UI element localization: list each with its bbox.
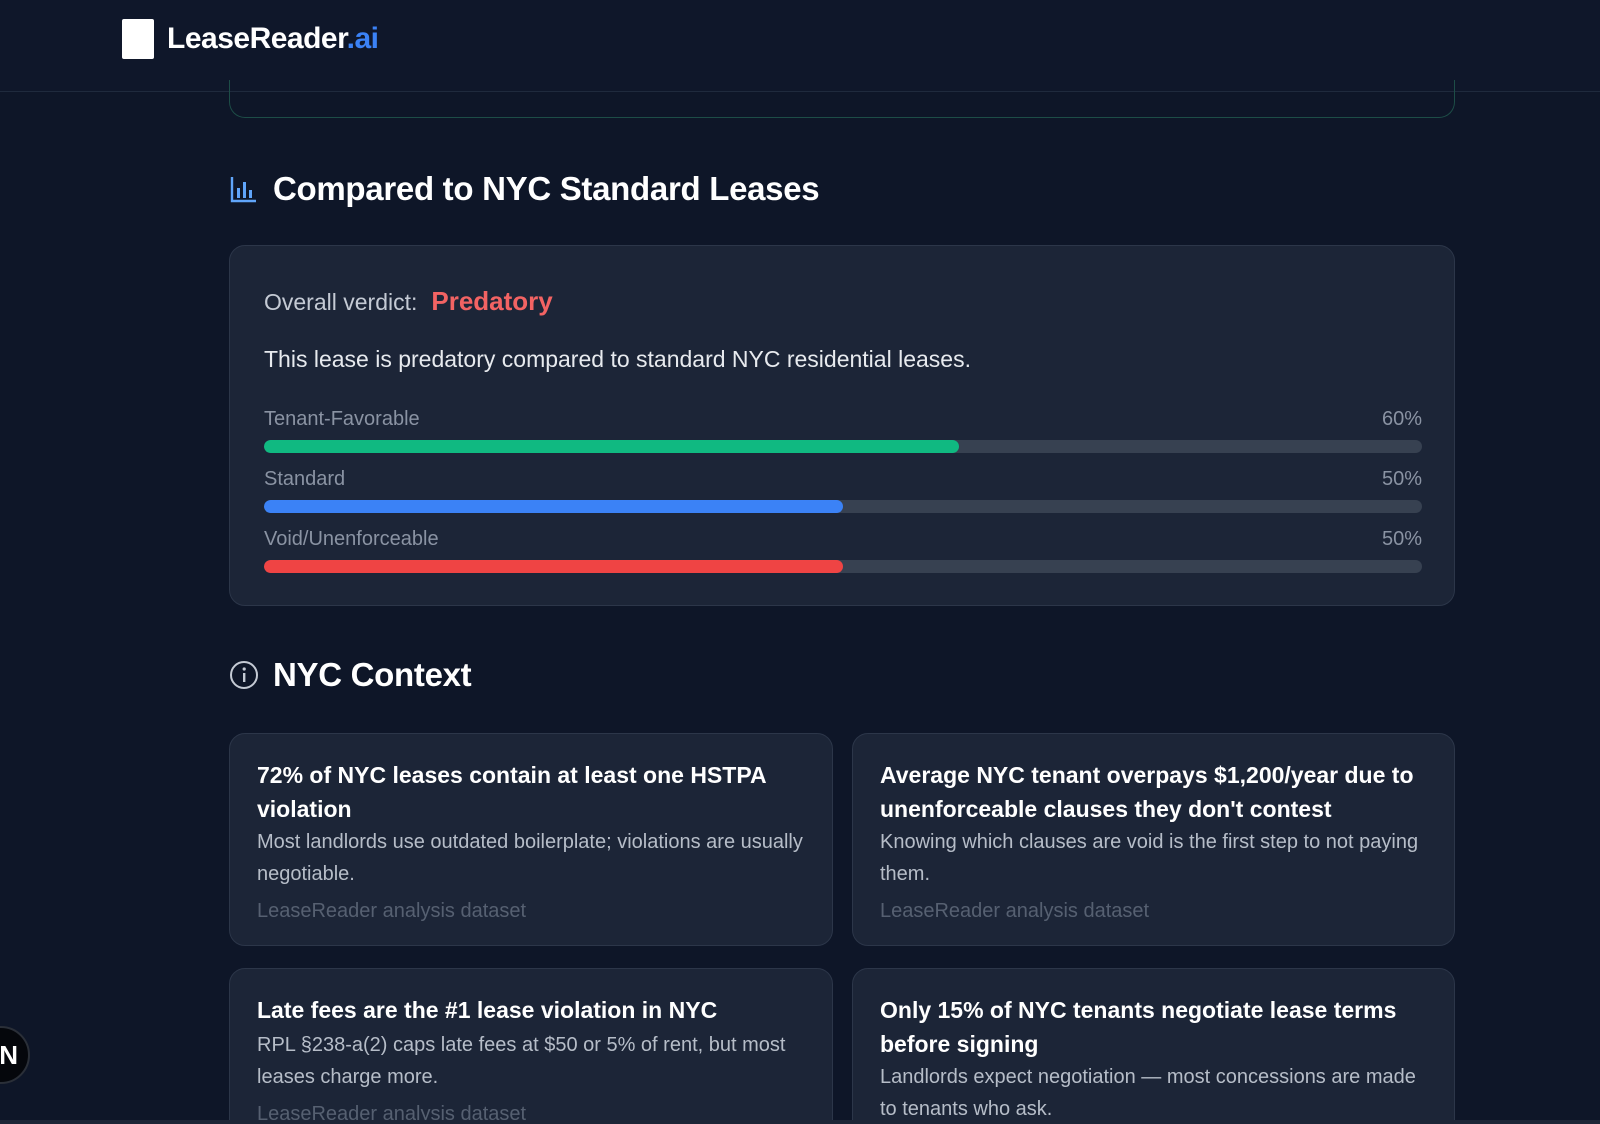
bar-track — [264, 560, 1422, 573]
bar-label: Tenant-Favorable — [264, 408, 420, 430]
logo-mark-icon — [122, 19, 154, 59]
context-card: Only 15% of NYC tenants negotiate lease … — [852, 968, 1455, 1124]
bar-void-unenforceable: Void/Unenforceable 50% — [264, 528, 1422, 573]
context-card-body: RPL §238-a(2) caps late fees at $50 or 5… — [257, 1034, 786, 1088]
context-card-title: Late fees are the #1 lease violation in … — [257, 997, 718, 1023]
bar-track — [264, 500, 1422, 513]
verdict-value: Predatory — [431, 286, 553, 316]
context-card: Average NYC tenant overpays $1,200/year … — [852, 733, 1455, 946]
bar-label: Void/Unenforceable — [264, 528, 439, 550]
viewport-bottom-edge — [0, 1120, 1600, 1124]
context-card-body: Most landlords use outdated boilerplate;… — [257, 831, 803, 885]
context-card: 72% of NYC leases contain at least one H… — [229, 733, 833, 946]
logo-accent: .ai — [346, 22, 379, 55]
context-card-title: 72% of NYC leases contain at least one H… — [257, 762, 766, 822]
bar-standard: Standard 50% — [264, 468, 1422, 513]
verdict-description: This lease is predatory compared to stan… — [264, 346, 971, 372]
context-heading: NYC Context — [273, 656, 472, 693]
verdict-row: Overall verdict: Predatory — [264, 286, 553, 317]
context-card-body: Landlords expect negotiation — most conc… — [880, 1066, 1416, 1120]
context-card-title: Average NYC tenant overpays $1,200/year … — [880, 762, 1414, 822]
bar-track — [264, 440, 1422, 453]
verdict-label: Overall verdict: — [264, 289, 418, 315]
bar-fill — [264, 500, 843, 513]
context-card-title: Only 15% of NYC tenants negotiate lease … — [880, 997, 1397, 1057]
logo-name: LeaseReader — [167, 22, 347, 55]
bar-percent: 60% — [1381, 408, 1422, 430]
verdict-card: Overall verdict: Predatory This lease is… — [229, 245, 1455, 606]
bar-percent: 50% — [1381, 528, 1422, 550]
info-icon — [229, 660, 259, 690]
top-header: LeaseReader.ai — [0, 0, 1600, 92]
context-section-title: NYC Context — [229, 656, 472, 694]
context-card-source: LeaseReader analysis dataset — [257, 900, 527, 922]
bar-percent: 50% — [1381, 468, 1422, 490]
context-card-body: Knowing which clauses are void is the fi… — [880, 831, 1419, 885]
comparison-heading: Compared to NYC Standard Leases — [273, 170, 820, 207]
comparison-section-title: Compared to NYC Standard Leases — [229, 170, 820, 208]
logo[interactable]: LeaseReader.ai — [122, 19, 379, 59]
bar-label: Standard — [264, 468, 346, 490]
bar-tenant-favorable: Tenant-Favorable 60% — [264, 408, 1422, 453]
previous-card-edge — [229, 80, 1455, 118]
context-card: Late fees are the #1 lease violation in … — [229, 968, 833, 1124]
logo-text: LeaseReader.ai — [167, 22, 379, 56]
fab-label: N — [0, 1039, 18, 1070]
bar-fill — [264, 560, 843, 573]
context-card-source: LeaseReader analysis dataset — [880, 900, 1150, 922]
bar-chart-icon — [229, 174, 259, 204]
floating-action-button[interactable]: N — [0, 1026, 30, 1084]
bar-fill — [264, 440, 959, 453]
